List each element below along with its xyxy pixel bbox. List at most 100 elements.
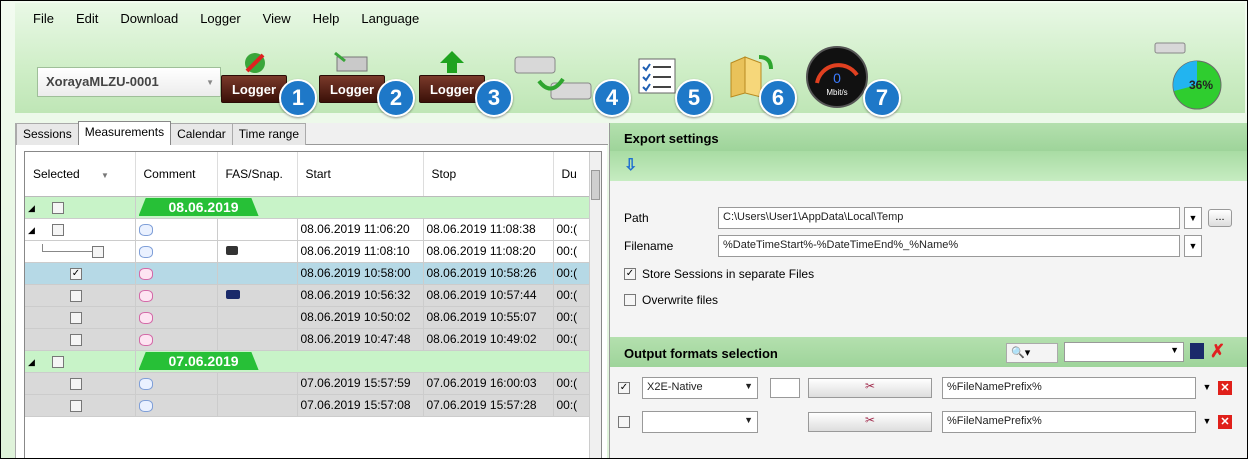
fas-cell: [217, 284, 298, 307]
path-label: Path: [624, 211, 649, 225]
remove-format-button[interactable]: ✕: [1218, 415, 1232, 429]
logger-select[interactable]: XorayaMLZU-0001 ▼: [37, 67, 221, 97]
col-comment[interactable]: Comment: [135, 152, 218, 197]
menu-file[interactable]: File: [33, 11, 54, 26]
select-cell: [25, 284, 136, 307]
start-cell: 08.06.2019 10:47:48: [297, 328, 424, 351]
grid-scrollbar[interactable]: [589, 152, 601, 458]
table-row[interactable]: ✓ 08.06.2019 10:58:00 08.06.2019 10:58:2…: [25, 262, 596, 285]
col-stop[interactable]: Stop: [423, 152, 554, 197]
col-fas-snap[interactable]: FAS/Snap.: [217, 152, 298, 197]
row-checkbox[interactable]: [92, 245, 104, 258]
comment-bubble-icon[interactable]: [138, 399, 153, 412]
collapse-arrow-icon[interactable]: ⇩: [624, 155, 637, 175]
prefix-dropdown[interactable]: ▼: [1200, 411, 1214, 433]
row-checkbox[interactable]: [70, 377, 82, 390]
row-checkbox[interactable]: [70, 289, 82, 302]
format-select[interactable]: X2E-Native ▼: [642, 377, 758, 399]
table-row[interactable]: 08.06.2019 10:56:32 08.06.2019 10:57:44 …: [25, 284, 596, 307]
collapse-triangle-icon[interactable]: ◢: [28, 225, 35, 235]
comment-bubble-icon[interactable]: [138, 377, 153, 390]
table-row[interactable]: 08.06.2019 10:50:02 08.06.2019 10:55:07 …: [25, 306, 596, 329]
filename-dropdown[interactable]: ▼: [1184, 235, 1202, 257]
format-settings-button[interactable]: [770, 378, 800, 398]
group-checkbox[interactable]: [51, 355, 64, 368]
row-checkbox[interactable]: [70, 311, 82, 324]
start-cell: 08.06.2019 11:08:10: [297, 240, 424, 263]
prefix-input[interactable]: %FileNamePrefix%: [942, 377, 1196, 399]
speed-gauge-button[interactable]: 0 Mbit/s: [805, 45, 869, 112]
sync-drives-button[interactable]: [511, 53, 597, 110]
overwrite-label: Overwrite files: [642, 293, 719, 307]
col-selected[interactable]: Selected ▼: [25, 152, 136, 197]
delete-icon[interactable]: ✗: [1210, 341, 1225, 362]
table-row[interactable]: ◢ 08.06.2019 11:06:20 08.06.2019 11:08:3…: [25, 218, 596, 241]
menu-view[interactable]: View: [263, 11, 291, 26]
row-checkbox[interactable]: [70, 399, 82, 412]
snapshot-camera-icon[interactable]: [225, 246, 238, 255]
format-filter-button[interactable]: ✂: [808, 412, 932, 432]
filename-label: Filename: [624, 239, 674, 253]
format-enable-checkbox[interactable]: [618, 416, 630, 428]
comment-bubble-icon[interactable]: [138, 245, 153, 258]
tab-calendar[interactable]: Calendar: [170, 123, 233, 145]
tab-measurements[interactable]: Measurements: [77, 121, 172, 145]
storage-percent: 36%: [1189, 78, 1213, 92]
save-icon[interactable]: [1190, 343, 1204, 359]
group-row[interactable]: ◢ 08.06.2019: [25, 196, 596, 219]
tab-strip: Sessions Measurements Calendar Time rang…: [16, 121, 608, 145]
fas-cell: [217, 306, 298, 329]
table-row[interactable]: 08.06.2019 10:47:48 08.06.2019 10:49:02 …: [25, 328, 596, 351]
store-sessions-checkbox[interactable]: ✓: [624, 268, 636, 280]
format-filter-button[interactable]: ✂: [808, 378, 932, 398]
menu-edit[interactable]: Edit: [76, 11, 98, 26]
speedometer-icon: 0 Mbit/s: [806, 46, 868, 108]
stop-cell: 08.06.2019 10:58:26: [423, 262, 554, 285]
table-row[interactable]: 07.06.2019 15:57:59 07.06.2019 16:00:03 …: [25, 372, 596, 395]
filter-tool-button[interactable]: 🔍▾: [1006, 343, 1058, 363]
format-enable-checkbox[interactable]: ✓: [618, 382, 630, 394]
scrollbar-thumb[interactable]: [591, 170, 600, 200]
collapse-triangle-icon[interactable]: ◢: [28, 203, 35, 213]
comment-bubble-icon[interactable]: [138, 223, 153, 236]
group-checkbox[interactable]: [51, 201, 64, 214]
format-settings-button[interactable]: [770, 412, 800, 432]
overwrite-checkbox[interactable]: [624, 294, 636, 306]
checklist-button[interactable]: [635, 57, 679, 100]
export-settings-header: Export settings: [610, 123, 1247, 151]
prefix-input[interactable]: %FileNamePrefix%: [942, 411, 1196, 433]
remove-format-button[interactable]: ✕: [1218, 381, 1232, 395]
comment-bubble-icon[interactable]: [138, 311, 153, 324]
comment-bubble-icon[interactable]: [138, 333, 153, 346]
browse-button[interactable]: ...: [1208, 209, 1232, 227]
format-select[interactable]: ▼: [642, 411, 758, 433]
col-start[interactable]: Start: [297, 152, 424, 197]
tab-time-range[interactable]: Time range: [231, 123, 307, 145]
menu-help[interactable]: Help: [313, 11, 340, 26]
table-row[interactable]: 07.06.2019 15:57:08 07.06.2019 15:57:28 …: [25, 394, 596, 417]
filename-input[interactable]: %DateTimeStart%-%DateTimeEnd%_%Name%: [718, 235, 1180, 257]
comment-bubble-icon[interactable]: [138, 267, 153, 280]
stop-cell: 08.06.2019 10:55:07: [423, 306, 554, 329]
collapse-triangle-icon[interactable]: ◢: [28, 357, 35, 367]
path-dropdown[interactable]: ▼: [1184, 207, 1202, 229]
fas-video-icon[interactable]: [225, 290, 240, 299]
table-row[interactable]: 08.06.2019 11:08:10 08.06.2019 11:08:20 …: [25, 240, 596, 263]
row-checkbox-checked[interactable]: ✓: [70, 267, 82, 280]
disconnect-plug-icon: [245, 53, 265, 73]
format-preset-select[interactable]: ▼: [1064, 342, 1184, 362]
menu-download[interactable]: Download: [120, 11, 178, 26]
menu-language[interactable]: Language: [361, 11, 419, 26]
row-checkbox[interactable]: [70, 333, 82, 346]
menu-logger[interactable]: Logger: [200, 11, 240, 26]
group-row[interactable]: ◢ 07.06.2019: [25, 350, 596, 373]
prefix-dropdown[interactable]: ▼: [1200, 377, 1214, 399]
tab-sessions[interactable]: Sessions: [16, 123, 79, 145]
storage-pie-icon: 36%: [1154, 42, 1222, 110]
path-input[interactable]: C:\Users\User1\AppData\Local\Temp: [718, 207, 1180, 229]
select-cell: [25, 240, 136, 263]
comment-cell: [135, 372, 218, 395]
row-checkbox[interactable]: [51, 223, 64, 236]
comment-bubble-icon[interactable]: [138, 289, 153, 302]
app-window: File Edit Download Logger View Help Lang…: [0, 0, 1248, 459]
